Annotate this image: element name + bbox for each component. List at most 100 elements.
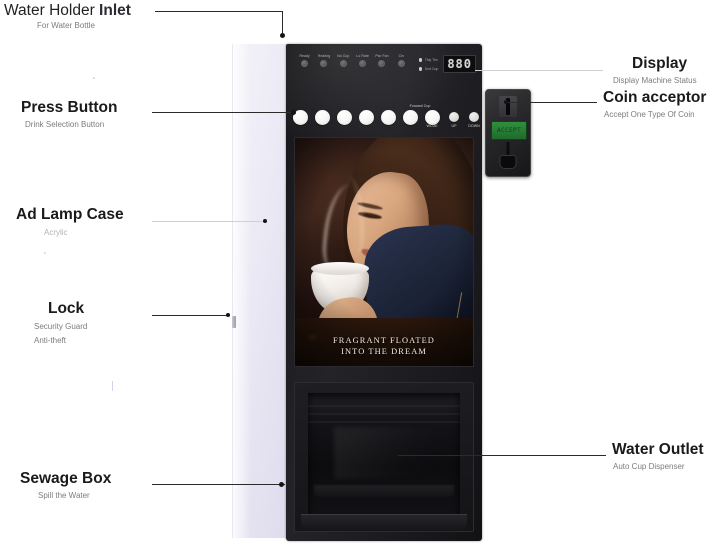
leader-line-lock bbox=[152, 315, 230, 316]
callout-sub-water-outlet: Auto Cup Dispenser bbox=[613, 462, 685, 471]
callout-sub-water-holder-inlet: For Water Bottle bbox=[37, 21, 95, 30]
callout-sub-display: Display Machine Status bbox=[613, 76, 697, 85]
poster-vignette bbox=[295, 138, 473, 366]
callout-sub-coin-acceptor: Accept One Type Of Coin bbox=[604, 110, 695, 119]
callout-title-coin-acceptor: Coin acceptor bbox=[603, 89, 707, 106]
indicator-dot-icon bbox=[419, 67, 423, 71]
cavity-backwall bbox=[334, 427, 434, 479]
coin-acceptor-lcd-text: ACCEPT bbox=[496, 127, 522, 134]
status-label: Ready bbox=[299, 54, 310, 58]
callout-title-water-outlet: Water Outlet bbox=[612, 441, 704, 458]
status-indicator: Cln bbox=[392, 54, 411, 67]
status-indicator: Lo Rate bbox=[353, 54, 372, 67]
callout-sub-sewage-box: Spill the Water bbox=[38, 491, 90, 500]
seven-segment-readout: 880 bbox=[443, 55, 476, 73]
status-led-icon bbox=[339, 59, 347, 67]
forward-cup-button-caption: WCUE bbox=[426, 123, 438, 128]
leader-line-sewage-box bbox=[152, 484, 285, 485]
display-flag-label: Sort Cup bbox=[424, 67, 439, 71]
callout-title-press-button: Press Button bbox=[21, 99, 118, 116]
lock-mechanism bbox=[232, 316, 236, 328]
indicator-dot-icon bbox=[419, 58, 423, 62]
leader-dot-press-button bbox=[291, 110, 296, 115]
leader-line-coin-acceptor bbox=[507, 102, 597, 103]
down-button[interactable] bbox=[469, 112, 479, 122]
drink-select-button-5[interactable] bbox=[381, 110, 396, 125]
drink-select-button-4[interactable] bbox=[359, 110, 374, 125]
drink-select-button-6[interactable] bbox=[403, 110, 418, 125]
status-led-icon bbox=[320, 59, 328, 67]
decorative-dot bbox=[93, 77, 95, 79]
side-panel-highlight bbox=[233, 44, 251, 538]
poster-tagline-line2: INTO THE DREAM bbox=[341, 347, 427, 356]
leader-dot-ad-lamp-case bbox=[263, 219, 267, 223]
leader-dot-coin-acceptor bbox=[504, 100, 508, 104]
callout-title-accent: Inlet bbox=[99, 2, 131, 19]
coin-return-slot[interactable] bbox=[499, 155, 517, 169]
drip-tray bbox=[301, 514, 467, 530]
callout-title-sewage-box: Sewage Box bbox=[20, 470, 112, 487]
status-led-icon bbox=[301, 59, 309, 67]
leader-dot-lock bbox=[226, 313, 230, 317]
status-led-icon bbox=[397, 59, 405, 67]
advertising-poster: FRAGRANT FLOATED INTO THE DREAM bbox=[295, 138, 473, 366]
status-indicator-row: Ready Heating No Cup Lo Rate Pwr Fan Cln bbox=[295, 54, 411, 67]
poster-tagline-line1: FRAGRANT FLOATED bbox=[333, 336, 435, 345]
status-led-icon bbox=[359, 59, 367, 67]
status-indicator: No Cup bbox=[334, 54, 353, 67]
callout-title-lock: Lock bbox=[48, 300, 85, 317]
up-button[interactable] bbox=[449, 112, 459, 122]
forward-cup-label: Forward Cup bbox=[409, 104, 431, 108]
drink-select-button-3[interactable] bbox=[337, 110, 352, 125]
cavity-slat bbox=[308, 405, 460, 407]
decorative-dot bbox=[44, 252, 46, 254]
machine-front-body: Ready Heating No Cup Lo Rate Pwr Fan Cln bbox=[286, 44, 482, 541]
leader-line-water-holder-inlet-vertical bbox=[282, 11, 283, 33]
leader-line-ad-lamp-case bbox=[152, 221, 265, 222]
callout-sub-lock-line2: Anti-theft bbox=[34, 336, 67, 345]
down-button-caption: DOWN bbox=[468, 123, 480, 128]
display-flag-label: Tidy Tim bbox=[424, 58, 438, 62]
display-flag-list: Tidy Tim Sort Cup bbox=[419, 57, 438, 71]
water-outlet-cavity[interactable] bbox=[308, 393, 460, 519]
cavity-slat bbox=[308, 421, 460, 423]
poster-tagline: FRAGRANT FLOATED INTO THE DREAM bbox=[295, 335, 473, 357]
leader-line-press-button bbox=[152, 112, 294, 113]
status-indicator: Ready bbox=[295, 54, 314, 67]
cavity-slat bbox=[308, 413, 460, 415]
up-button-caption: UP bbox=[451, 123, 457, 128]
callout-sub-lock-line1: Security Guard bbox=[34, 322, 88, 331]
callout-sub-ad-lamp-case: Acrylic bbox=[44, 228, 68, 237]
leader-dot-water-holder-inlet bbox=[280, 33, 285, 38]
status-label: Heating bbox=[317, 54, 331, 58]
coin-acceptor-lcd: ACCEPT bbox=[491, 121, 527, 140]
leader-line-water-outlet-inner bbox=[397, 455, 577, 456]
status-label: Lo Rate bbox=[356, 54, 369, 58]
leader-line-water-holder-inlet bbox=[155, 11, 283, 12]
leader-line-display bbox=[475, 70, 603, 71]
status-led-icon bbox=[378, 59, 386, 67]
display-flag: Tidy Tim bbox=[419, 58, 438, 62]
status-label: Pwr Fan bbox=[375, 54, 389, 58]
status-label: No Cup bbox=[337, 54, 350, 58]
callout-title-prefix: Water Holder bbox=[4, 2, 100, 19]
ad-lamp-case: FRAGRANT FLOATED INTO THE DREAM bbox=[294, 137, 474, 367]
machine-display: Tidy Tim Sort Cup 880 bbox=[419, 55, 476, 73]
callout-title-ad-lamp-case: Ad Lamp Case bbox=[16, 206, 124, 223]
leader-dot-water-outlet bbox=[394, 453, 398, 457]
leader-dot-sewage-box bbox=[279, 482, 284, 487]
drink-button-row: Forward Cup WCUE UP DOWN bbox=[293, 104, 480, 130]
status-label: Cln bbox=[398, 54, 404, 58]
machine-side-panel bbox=[232, 44, 287, 538]
decorative-tick bbox=[112, 381, 113, 391]
water-outlet-bezel bbox=[294, 382, 474, 532]
callout-title-water-holder-inlet: Water Holder Inlet bbox=[4, 2, 131, 20]
cavity-step bbox=[314, 485, 454, 497]
callout-title-display: Display bbox=[632, 55, 688, 72]
status-indicator: Heating bbox=[314, 54, 333, 67]
callout-sub-press-button: Drink Selection Button bbox=[25, 120, 105, 129]
status-indicator: Pwr Fan bbox=[372, 54, 391, 67]
display-flag: Sort Cup bbox=[419, 67, 438, 71]
drink-select-button-2[interactable] bbox=[315, 110, 330, 125]
coin-return-shaft bbox=[506, 142, 510, 156]
